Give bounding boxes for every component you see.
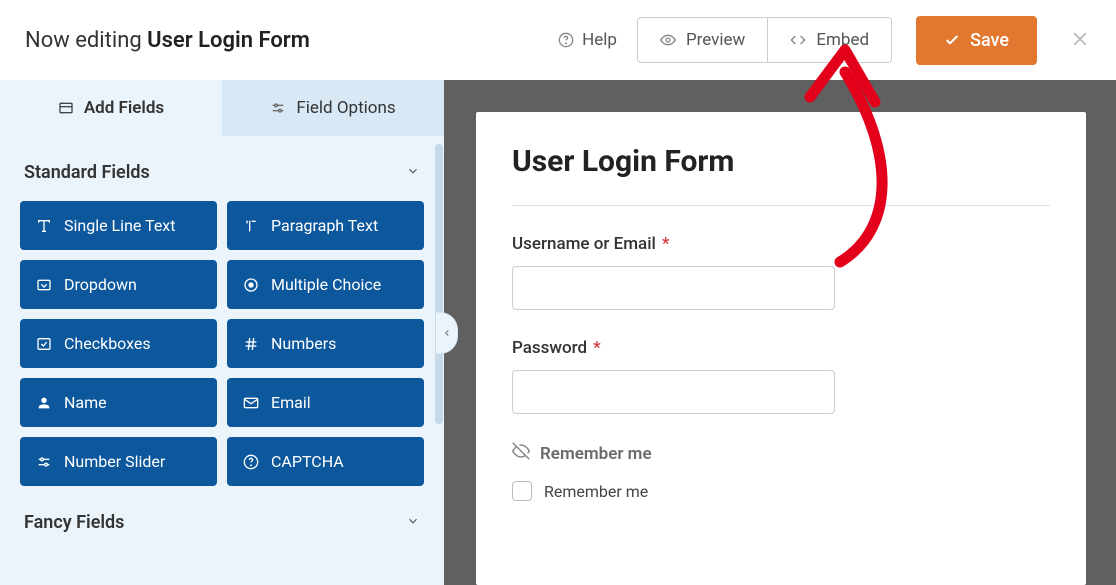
help-link[interactable]: Help [558, 30, 617, 50]
tab-add-fields[interactable]: Add Fields [0, 80, 222, 136]
checkboxes-icon [36, 336, 52, 352]
scrollbar-thumb[interactable] [435, 144, 443, 424]
field-type-multiple-choice[interactable]: Multiple Choice [227, 260, 424, 309]
field-type-checkboxes[interactable]: Checkboxes [20, 319, 217, 368]
field-type-label: Multiple Choice [271, 275, 381, 294]
save-button[interactable]: Save [916, 16, 1037, 65]
group-fancy-fields[interactable]: Fancy Fields [20, 486, 424, 551]
tab-field-options[interactable]: Field Options [222, 80, 444, 136]
username-label: Username or Email * [512, 234, 1050, 254]
field-type-label: Name [64, 393, 107, 412]
field-type-single-line-text[interactable]: Single Line Text [20, 201, 217, 250]
group-standard-fields[interactable]: Standard Fields [20, 136, 424, 201]
title-prefix: Now editing [25, 28, 147, 53]
field-type-label: Numbers [271, 334, 336, 353]
workspace: Add Fields Field Options Standard Fields… [0, 80, 1116, 585]
embed-button[interactable]: Embed [767, 18, 891, 62]
editing-title: Now editing User Login Form [25, 28, 310, 53]
chevron-down-icon [406, 162, 420, 183]
preview-label: Preview [686, 30, 745, 50]
number-slider-icon [36, 454, 52, 470]
standard-fields-grid: Single Line Text Paragraph Text Dropdown Mu… [20, 201, 424, 486]
paragraph-text-icon [243, 218, 259, 234]
preview-embed-group: Preview Embed [637, 17, 892, 63]
form-canvas: User Login Form Username or Email * Pass… [444, 80, 1116, 585]
remember-checkbox-row[interactable]: Remember me [512, 481, 1050, 501]
field-type-label: Dropdown [64, 275, 137, 294]
chevron-down-icon [406, 512, 420, 533]
close-button[interactable] [1069, 24, 1091, 57]
sidebar-tabs: Add Fields Field Options [0, 80, 444, 136]
remember-option-label: Remember me [544, 482, 648, 501]
form-title: User Login Form [512, 144, 1050, 206]
dropdown-icon [36, 277, 52, 293]
sidebar-scrollbar[interactable] [434, 140, 444, 585]
eye-icon [660, 32, 676, 48]
group-standard-title: Standard Fields [24, 162, 150, 183]
captcha-icon [243, 454, 259, 470]
checkbox-icon[interactable] [512, 481, 532, 501]
top-toolbar: Now editing User Login Form Help Preview… [0, 0, 1116, 80]
field-type-email[interactable]: Email [227, 378, 424, 427]
field-username[interactable]: Username or Email * [512, 234, 1050, 310]
field-password[interactable]: Password * [512, 338, 1050, 414]
field-type-label: CAPTCHA [271, 452, 344, 471]
fields-icon [58, 100, 74, 116]
field-type-name[interactable]: Name [20, 378, 217, 427]
tab-add-fields-label: Add Fields [84, 98, 164, 118]
field-type-label: Email [271, 393, 311, 412]
eye-off-icon [512, 442, 530, 465]
required-asterisk: * [593, 338, 601, 358]
code-icon [790, 32, 806, 48]
check-icon [944, 32, 960, 48]
password-label: Password * [512, 338, 1050, 358]
fields-panel: Standard Fields Single Line Text Paragrap… [0, 136, 444, 585]
email-icon [243, 395, 259, 411]
form-card: User Login Form Username or Email * Pass… [476, 112, 1086, 585]
embed-label: Embed [816, 30, 869, 50]
field-type-number-slider[interactable]: Number Slider [20, 437, 217, 486]
single-line-text-icon [36, 218, 52, 234]
save-label: Save [970, 30, 1009, 51]
group-fancy-title: Fancy Fields [24, 512, 124, 533]
sliders-icon [270, 100, 286, 116]
help-icon [558, 32, 574, 48]
remember-heading: Remember me [512, 442, 1050, 465]
sidebar: Add Fields Field Options Standard Fields… [0, 80, 444, 585]
field-remember[interactable]: Remember me Remember me [512, 442, 1050, 501]
password-input[interactable] [512, 370, 835, 414]
multiple-choice-icon [243, 277, 259, 293]
field-type-label: Paragraph Text [271, 216, 378, 235]
field-type-dropdown[interactable]: Dropdown [20, 260, 217, 309]
help-label: Help [582, 30, 617, 50]
field-type-label: Checkboxes [64, 334, 151, 353]
field-type-captcha[interactable]: CAPTCHA [227, 437, 424, 486]
required-asterisk: * [662, 234, 670, 254]
field-type-label: Number Slider [64, 452, 165, 471]
numbers-icon [243, 336, 259, 352]
form-name: User Login Form [147, 28, 310, 53]
username-input[interactable] [512, 266, 835, 310]
preview-button[interactable]: Preview [638, 18, 767, 62]
field-type-paragraph-text[interactable]: Paragraph Text [227, 201, 424, 250]
name-icon [36, 395, 52, 411]
field-type-label: Single Line Text [64, 216, 175, 235]
tab-field-options-label: Field Options [296, 98, 395, 118]
field-type-numbers[interactable]: Numbers [227, 319, 424, 368]
